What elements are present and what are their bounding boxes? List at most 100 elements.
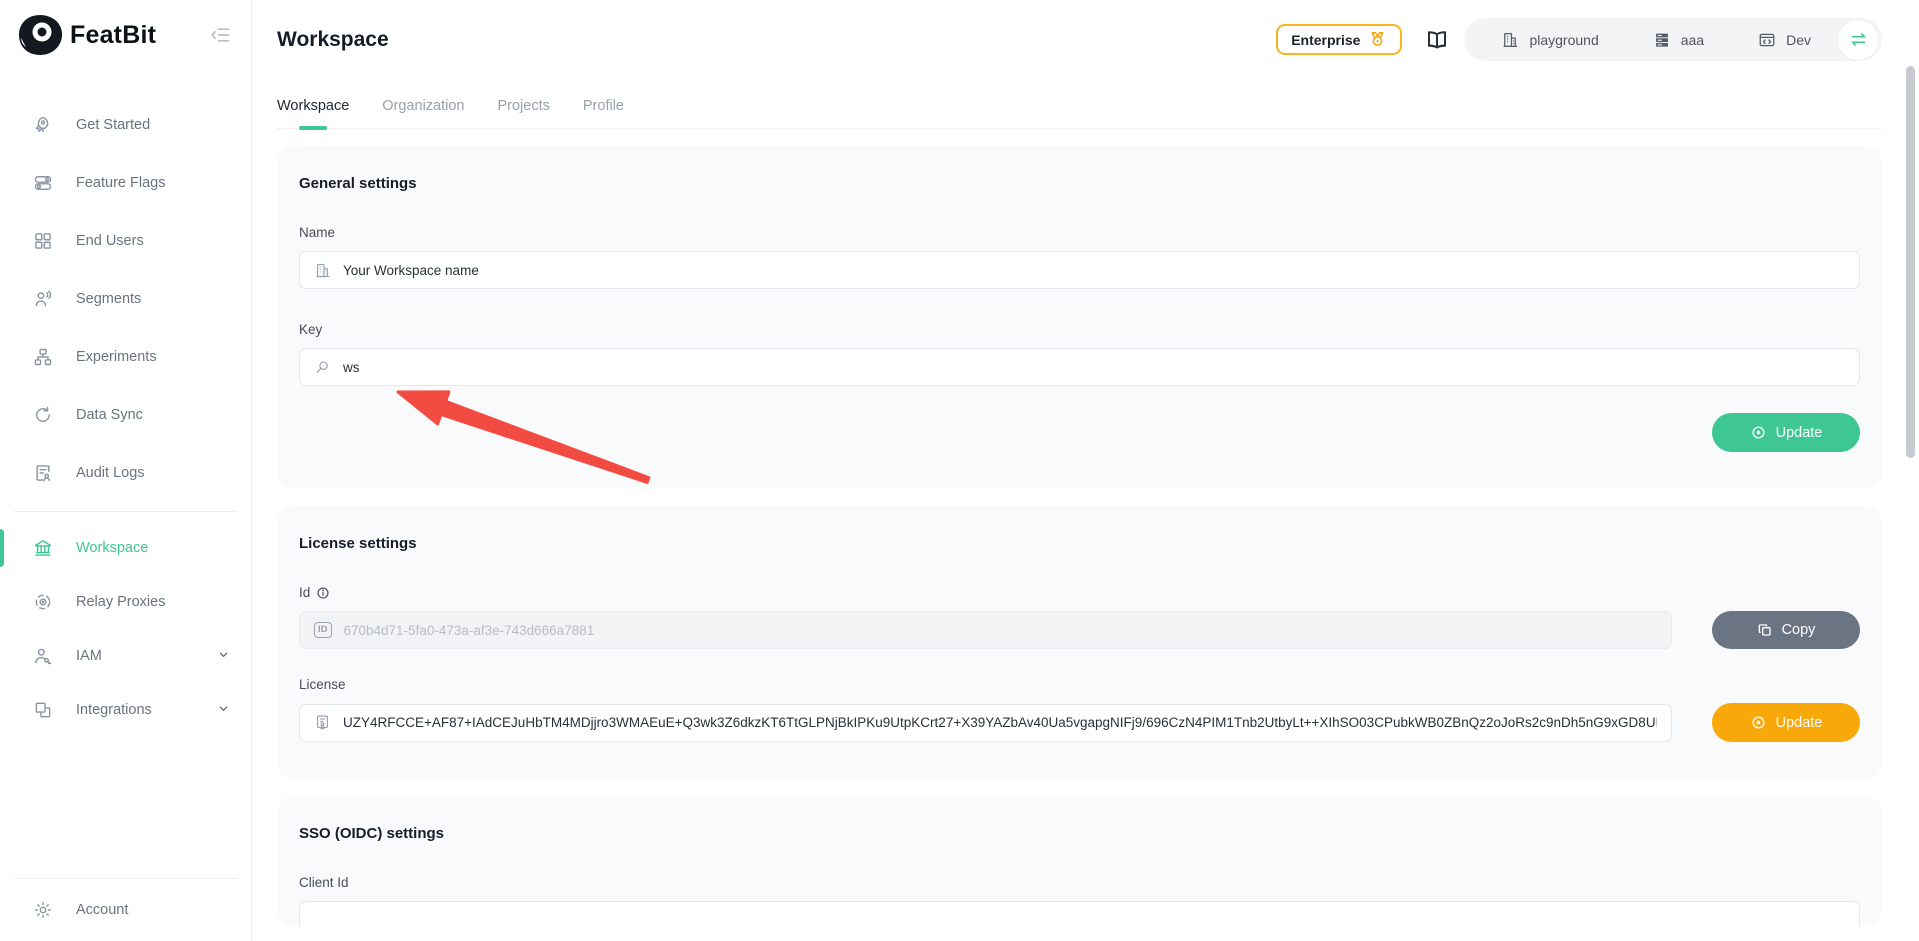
header-controls: Enterprise bbox=[1276, 18, 1882, 61]
active-tab-indicator bbox=[299, 126, 327, 130]
workspace-key-field bbox=[299, 348, 1860, 386]
sidebar-item-iam[interactable]: IAM bbox=[0, 629, 251, 683]
stack-icon bbox=[1653, 31, 1671, 49]
gear-icon bbox=[33, 900, 53, 920]
client-id-field bbox=[299, 901, 1860, 926]
license-update-button[interactable]: Update bbox=[1712, 703, 1860, 742]
collapse-sidebar-icon[interactable] bbox=[211, 25, 231, 45]
sidebar: FeatBit Get Started Feature Flags bbox=[0, 0, 252, 941]
sidebar-item-relay-proxies[interactable]: Relay Proxies bbox=[0, 575, 251, 629]
active-indicator bbox=[0, 529, 4, 567]
settings-tabs: Workspace Organization Projects Profile bbox=[277, 98, 1882, 129]
sidebar-item-label: Integrations bbox=[76, 702, 152, 718]
copy-icon bbox=[1757, 622, 1773, 638]
scrollbar-thumb[interactable] bbox=[1906, 66, 1915, 458]
audit-document-icon bbox=[33, 463, 53, 483]
swap-arrows-icon bbox=[1849, 30, 1868, 49]
grid-icon bbox=[33, 231, 53, 251]
sidebar-item-label: Feature Flags bbox=[76, 175, 165, 191]
sidebar-item-segments[interactable]: Segments bbox=[0, 270, 251, 328]
license-id-input bbox=[344, 623, 1658, 638]
switch-environment-button[interactable] bbox=[1838, 20, 1878, 60]
license-label: License bbox=[299, 677, 1860, 692]
update-aim-icon bbox=[1750, 424, 1767, 441]
sidebar-item-feature-flags[interactable]: Feature Flags bbox=[0, 154, 251, 212]
environment-selector[interactable]: Dev bbox=[1731, 31, 1838, 49]
sync-icon bbox=[33, 405, 53, 425]
copy-button-label: Copy bbox=[1782, 622, 1816, 638]
workspace-name-field bbox=[299, 251, 1860, 289]
sidebar-item-data-sync[interactable]: Data Sync bbox=[0, 386, 251, 444]
tab-workspace[interactable]: Workspace bbox=[277, 98, 349, 128]
sidebar-nav: Get Started Feature Flags End Users bbox=[0, 96, 251, 737]
plan-badge-label: Enterprise bbox=[1291, 32, 1360, 48]
general-update-button[interactable]: Update bbox=[1712, 413, 1860, 452]
docs-book-icon[interactable] bbox=[1425, 28, 1449, 52]
brand-row: FeatBit bbox=[0, 0, 251, 70]
copy-id-button[interactable]: Copy bbox=[1712, 611, 1860, 649]
sidebar-item-workspace[interactable]: Workspace bbox=[0, 521, 251, 575]
sidebar-item-label: Relay Proxies bbox=[76, 594, 165, 610]
tab-organization[interactable]: Organization bbox=[382, 98, 464, 128]
tab-label: Workspace bbox=[277, 98, 349, 114]
building-icon bbox=[1501, 31, 1519, 49]
license-settings-heading: License settings bbox=[299, 535, 1860, 552]
page-title: Workspace bbox=[277, 28, 389, 52]
radar-icon bbox=[33, 592, 53, 612]
app-window: FeatBit Get Started Feature Flags bbox=[0, 0, 1919, 941]
tab-label: Profile bbox=[583, 98, 624, 114]
certificate-icon bbox=[314, 714, 331, 731]
sidebar-item-get-started[interactable]: Get Started bbox=[0, 96, 251, 154]
sidebar-item-audit-logs[interactable]: Audit Logs bbox=[0, 444, 251, 502]
sidebar-item-label: Segments bbox=[76, 291, 141, 307]
workspace-key-input[interactable] bbox=[343, 360, 1845, 375]
sidebar-item-label: Audit Logs bbox=[76, 465, 145, 481]
general-update-label: Update bbox=[1776, 425, 1823, 441]
update-aim-icon bbox=[1750, 714, 1767, 731]
main-content: Workspace Enterprise bbox=[252, 0, 1919, 941]
user-key-icon bbox=[33, 646, 53, 666]
integrations-icon bbox=[33, 700, 53, 720]
license-settings-card: License settings Id ID bbox=[277, 506, 1882, 779]
info-icon bbox=[316, 586, 330, 600]
sidebar-item-label: IAM bbox=[76, 648, 102, 664]
sidebar-item-label: End Users bbox=[76, 233, 144, 249]
sidebar-footer: Account bbox=[0, 878, 251, 941]
project-name: playground bbox=[1529, 32, 1598, 48]
general-settings-heading: General settings bbox=[299, 175, 1860, 192]
plan-badge[interactable]: Enterprise bbox=[1276, 24, 1402, 55]
sidebar-item-end-users[interactable]: End Users bbox=[0, 212, 251, 270]
chevron-down-icon bbox=[218, 702, 229, 718]
client-id-input[interactable] bbox=[314, 913, 1845, 927]
sidebar-item-label: Data Sync bbox=[76, 407, 143, 423]
search-icon bbox=[314, 359, 331, 376]
tab-projects[interactable]: Projects bbox=[497, 98, 549, 128]
license-id-label-text: Id bbox=[299, 585, 310, 600]
sidebar-item-integrations[interactable]: Integrations bbox=[0, 683, 251, 737]
project-selector[interactable]: playground bbox=[1474, 31, 1625, 49]
tab-label: Organization bbox=[382, 98, 464, 114]
page-header: Workspace Enterprise bbox=[277, 0, 1882, 61]
client-id-label: Client Id bbox=[299, 875, 1860, 890]
bank-icon bbox=[33, 538, 53, 558]
organization-selector[interactable]: aaa bbox=[1626, 31, 1731, 49]
user-voice-icon bbox=[33, 289, 53, 309]
sidebar-divider bbox=[14, 511, 237, 512]
sidebar-item-account[interactable]: Account bbox=[0, 879, 251, 941]
brand-name: FeatBit bbox=[70, 21, 156, 50]
sidebar-item-experiments[interactable]: Experiments bbox=[0, 328, 251, 386]
key-label: Key bbox=[299, 322, 1860, 337]
sidebar-item-label: Workspace bbox=[76, 540, 148, 556]
building-icon bbox=[314, 262, 331, 279]
license-update-label: Update bbox=[1776, 715, 1823, 731]
environment-name: Dev bbox=[1786, 32, 1811, 48]
id-badge-icon: ID bbox=[314, 622, 332, 638]
sidebar-item-label: Account bbox=[76, 902, 128, 918]
org-chart-icon bbox=[33, 347, 53, 367]
sso-settings-heading: SSO (OIDC) settings bbox=[299, 825, 1860, 842]
sso-settings-card: SSO (OIDC) settings Client Id bbox=[277, 796, 1882, 926]
tab-profile[interactable]: Profile bbox=[583, 98, 624, 128]
license-input[interactable] bbox=[343, 715, 1657, 730]
general-settings-card: General settings Name Key bbox=[277, 146, 1882, 489]
workspace-name-input[interactable] bbox=[343, 263, 1845, 278]
